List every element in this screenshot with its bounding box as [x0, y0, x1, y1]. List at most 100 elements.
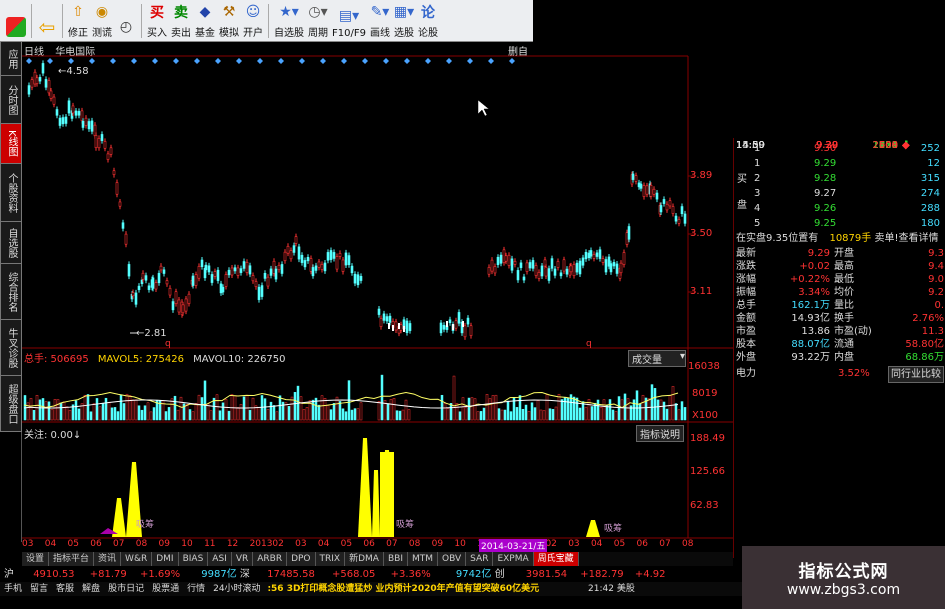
- candle-body: [347, 255, 351, 266]
- candle-body: [496, 256, 500, 266]
- orderbook-row: 5 9.25 180: [734, 216, 945, 231]
- indicator-spike: [372, 470, 380, 537]
- volume-bar: [248, 409, 252, 421]
- candle-body: [454, 320, 458, 329]
- volume-bar: [539, 409, 543, 421]
- indicator-tab[interactable]: DPO: [287, 552, 316, 566]
- indicator-tab[interactable]: MTM: [407, 552, 439, 566]
- news-headline[interactable]: :56 3D打印概念股遭猛炒 业内预计2020年产值有望突破60亿美元: [267, 584, 539, 594]
- trade-row: 15:00 9.29 2608 ◆: [734, 138, 945, 153]
- volume-bar: [590, 406, 594, 421]
- candle-body: [612, 262, 616, 267]
- volume-bar: [56, 399, 60, 421]
- indicator-title-text: 关注: 0.00: [24, 430, 73, 441]
- volume-header: 总手: 506695 MAVOL5: 275426 MAVOL10: 22675…: [24, 350, 286, 365]
- volume-bar: [533, 407, 537, 421]
- indicator-tab[interactable]: 周氏宝藏: [533, 552, 579, 566]
- ticker-menu-item[interactable]: 24小时滚动: [213, 584, 260, 594]
- ticker-menu-item[interactable]: 行情: [187, 584, 205, 594]
- ticker-menu: 手机 留言 客服 解盘 股市日记 股票通 行情 24小时滚动: [0, 584, 265, 594]
- brand-watermark: 指标公式网 www.zbgs3.com: [742, 546, 945, 609]
- volume-bar: [500, 409, 504, 421]
- indicator-tab[interactable]: 新DMA: [345, 552, 384, 566]
- volume-bar: [251, 397, 255, 421]
- indicator-tab[interactable]: 资讯: [94, 552, 122, 566]
- x-axis-label: 12: [226, 539, 239, 549]
- ticker-menu-item[interactable]: 留言: [30, 584, 48, 594]
- candle-body: [103, 141, 107, 149]
- indicator-tab[interactable]: W&R: [121, 552, 153, 566]
- volume-bar: [32, 409, 36, 421]
- indicator-tab[interactable]: BBI: [383, 552, 408, 566]
- candle-body: [344, 252, 348, 266]
- candle-body: [221, 286, 225, 293]
- x-axis-label: 08: [135, 539, 148, 549]
- indicator-tab[interactable]: EXPMA: [493, 552, 534, 566]
- ticker-menu-item[interactable]: 手机: [4, 584, 22, 594]
- candle-body: [109, 147, 113, 155]
- stat-key: 外盘: [736, 352, 756, 363]
- candle-body: [174, 291, 178, 304]
- indicator-tab[interactable]: 设置: [22, 552, 50, 566]
- sector-compare-button[interactable]: 同行业比较: [888, 366, 944, 383]
- candle-body: [292, 245, 296, 253]
- indicator-tick-1: 188.49: [690, 433, 725, 444]
- volume-bar: [464, 407, 468, 421]
- indicator-tab[interactable]: 指标平台: [49, 552, 95, 566]
- x-axis-label: 10: [454, 539, 466, 549]
- candle-body: [452, 324, 454, 330]
- indicator-tab[interactable]: DMI: [152, 552, 179, 566]
- candle-body: [356, 274, 360, 286]
- event-marker-icon: [26, 58, 32, 64]
- candle-body: [216, 269, 220, 281]
- candle-body: [317, 261, 321, 268]
- candle-body: [377, 308, 381, 315]
- volume-bar: [461, 397, 465, 421]
- volume-bar: [239, 404, 243, 421]
- volume-bar: [344, 411, 348, 421]
- side-label: 盘: [734, 198, 945, 213]
- candle-body: [87, 121, 91, 130]
- candle-body: [519, 262, 523, 268]
- brand-name: 指标公式网: [798, 562, 889, 582]
- ticker-menu-item[interactable]: 解盘: [82, 584, 100, 594]
- candle-body: [392, 325, 394, 331]
- candle-body: [184, 298, 188, 312]
- ticker-menu-item[interactable]: 股票通: [152, 584, 179, 594]
- volume-bar: [662, 401, 666, 421]
- x-axis-label: 2013: [249, 539, 273, 549]
- candle-body: [210, 274, 214, 283]
- indicator-tab[interactable]: ASI: [208, 552, 232, 566]
- volume-dropdown[interactable]: 成交量 ▾: [628, 350, 686, 367]
- candle-body: [382, 313, 386, 321]
- indicator-tab[interactable]: TRIX: [315, 552, 346, 566]
- candle-body: [540, 265, 544, 277]
- candle-body: [177, 299, 181, 313]
- indicator-tab[interactable]: OBV: [438, 552, 467, 566]
- candle-body: [144, 275, 148, 281]
- indicator-tab[interactable]: ARBR: [253, 552, 288, 566]
- candle-body: [84, 117, 88, 126]
- volume-bar: [86, 394, 90, 421]
- indicator-tab[interactable]: VR: [231, 552, 254, 566]
- volume-bar: [215, 394, 219, 421]
- ticker-menu-item[interactable]: 股市日记: [108, 584, 144, 594]
- candle-body: [314, 265, 318, 271]
- indicator-tab[interactable]: BIAS: [178, 552, 209, 566]
- big-order-tail[interactable]: 卖单!查看详情: [874, 233, 938, 244]
- candle-body: [30, 79, 34, 88]
- high-price-value: 4.58: [66, 66, 89, 77]
- stat-value: 93.22万: [791, 352, 830, 363]
- ticker-menu-item[interactable]: 客服: [56, 584, 74, 594]
- volume-bar: [209, 410, 213, 421]
- candle-body: [141, 272, 145, 280]
- indicator-help-button[interactable]: 指标说明: [636, 425, 684, 442]
- indicator-spike: [380, 452, 394, 537]
- volume-bar: [572, 396, 576, 421]
- volume-bar: [101, 402, 105, 421]
- volume-bar: [611, 409, 615, 421]
- volume-bar: [509, 411, 513, 421]
- kline-charts[interactable]: qq: [0, 0, 733, 552]
- indicator-tab[interactable]: SAR: [466, 552, 494, 566]
- candle-body: [662, 199, 666, 204]
